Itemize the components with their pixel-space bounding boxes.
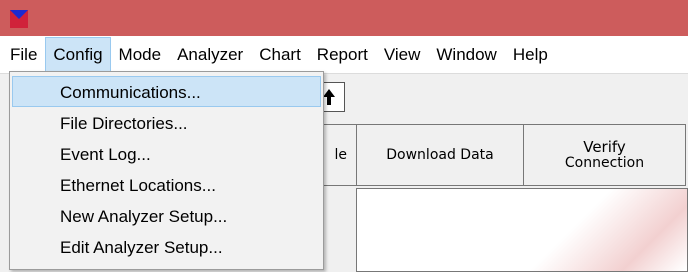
menu-item-new-analyzer-setup[interactable]: New Analyzer Setup...	[12, 200, 321, 231]
up-arrow-icon	[323, 89, 335, 105]
partial-button-label: le	[334, 147, 347, 163]
main-content-panel	[356, 188, 688, 272]
menu-window[interactable]: Window	[428, 37, 504, 73]
menu-item-communications[interactable]: Communications...	[12, 76, 321, 107]
menu-mode[interactable]: Mode	[111, 37, 170, 73]
menu-bar: File Config Mode Analyzer Chart Report V…	[0, 36, 688, 74]
title-bar	[0, 0, 688, 36]
menu-analyzer[interactable]: Analyzer	[169, 37, 251, 73]
verify-label-line2: Connection	[564, 155, 645, 171]
background-graphic	[487, 189, 687, 271]
menu-item-file-directories[interactable]: File Directories...	[12, 107, 321, 138]
menu-file[interactable]: File	[2, 37, 45, 73]
verify-connection-button[interactable]: Verify Connection	[523, 124, 686, 186]
download-data-label: Download Data	[386, 147, 494, 163]
menu-report[interactable]: Report	[309, 37, 376, 73]
menu-item-edit-analyzer-setup[interactable]: Edit Analyzer Setup...	[12, 231, 321, 262]
menu-chart[interactable]: Chart	[251, 37, 309, 73]
menu-config[interactable]: Config	[45, 36, 111, 73]
menu-view[interactable]: View	[376, 37, 429, 73]
app-logo-icon[interactable]	[10, 10, 28, 28]
menu-item-event-log[interactable]: Event Log...	[12, 138, 321, 169]
verify-label-line1: Verify	[583, 138, 626, 156]
menu-item-ethernet-locations[interactable]: Ethernet Locations...	[12, 169, 321, 200]
menu-help[interactable]: Help	[505, 37, 556, 73]
download-data-button[interactable]: Download Data	[356, 124, 524, 186]
config-dropdown-menu: Communications... File Directories... Ev…	[9, 71, 324, 270]
